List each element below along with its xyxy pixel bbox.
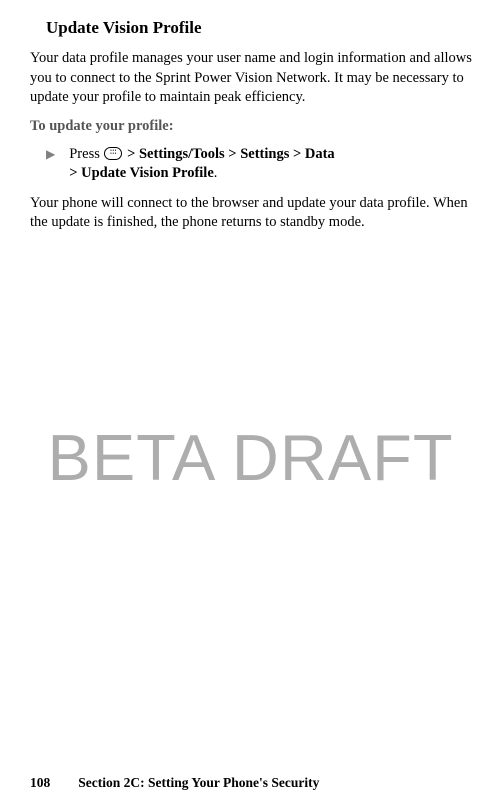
menu-path-2: > Update Vision Profile — [69, 165, 214, 181]
menu-key-icon: •••••• — [104, 147, 122, 160]
page-number: 108 — [30, 775, 50, 790]
instruction-row: ▶ Press •••••• > Settings/Tools > Settin… — [46, 145, 479, 184]
period: . — [214, 165, 218, 181]
sub-heading: To update your profile: — [30, 118, 479, 135]
instruction-text: Press •••••• > Settings/Tools > Settings… — [69, 145, 334, 184]
result-paragraph: Your phone will connect to the browser a… — [30, 194, 479, 233]
menu-path-1: > Settings/Tools > Settings > Data — [123, 146, 334, 162]
intro-paragraph: Your data profile manages your user name… — [30, 49, 479, 108]
bullet-arrow-icon: ▶ — [46, 147, 55, 162]
watermark: BETA DRAFT — [0, 420, 501, 495]
page-footer: 108 Section 2C: Setting Your Phone's Secu… — [30, 775, 319, 791]
press-label: Press — [69, 146, 103, 162]
page-heading: Update Vision Profile — [46, 18, 479, 38]
section-label: Section 2C: Setting Your Phone's Securit… — [78, 775, 319, 790]
